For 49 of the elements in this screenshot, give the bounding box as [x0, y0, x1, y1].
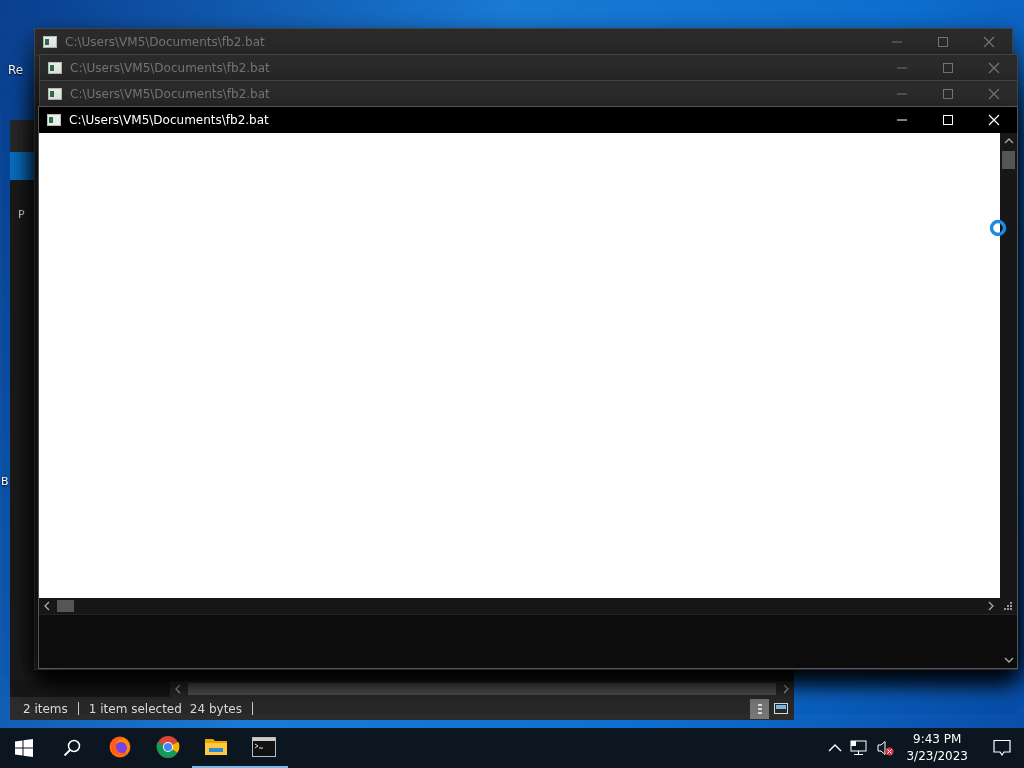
close-icon — [988, 62, 1000, 74]
notifications-icon — [993, 739, 1011, 757]
scroll-down-icon[interactable] — [1004, 656, 1014, 664]
volume-muted-icon[interactable] — [876, 740, 895, 756]
window-title: C:\Users\VM5\Documents\fb2.bat — [69, 113, 270, 127]
network-icon[interactable] — [850, 740, 869, 756]
details-view-button[interactable] — [750, 698, 769, 719]
window-title: C:\Users\VM5\Documents\fb2.bat — [70, 61, 271, 75]
maximize-icon — [942, 88, 954, 100]
maximize-icon — [937, 36, 949, 48]
chrome-icon — [156, 735, 180, 759]
scrollbar-thumb[interactable] — [57, 600, 74, 612]
windows-logo-icon — [15, 739, 33, 757]
window-title: C:\Users\VM5\Documents\fb2.bat — [65, 35, 266, 49]
chevron-up-icon[interactable] — [828, 743, 843, 753]
console-app-icon — [47, 114, 61, 126]
search-icon — [63, 739, 81, 757]
clock-date[interactable]: 3/23/2023 — [906, 748, 968, 765]
scroll-up-icon[interactable] — [1003, 137, 1014, 145]
window-title: C:\Users\VM5\Documents\fb2.bat — [70, 87, 271, 101]
scrollbar-thumb[interactable] — [1002, 151, 1015, 169]
sidebar-item[interactable]: P — [10, 180, 38, 221]
close-icon — [988, 88, 1000, 100]
clock-time[interactable]: 9:43 PM — [913, 731, 962, 748]
thumbnail-icon — [773, 703, 788, 714]
scroll-left-icon[interactable] — [43, 601, 51, 611]
vertical-scrollbar[interactable] — [1000, 133, 1017, 598]
firefox-icon — [108, 735, 132, 759]
console-app-icon — [43, 36, 57, 48]
scrollbar-thumb[interactable] — [188, 683, 776, 695]
maximize-icon — [942, 114, 954, 126]
details-icon — [756, 702, 763, 715]
console-icon — [252, 735, 276, 759]
horizontal-scrollbar[interactable] — [170, 681, 794, 697]
desktop-icon-label[interactable]: B — [1, 475, 9, 488]
maximize-icon — [942, 62, 954, 74]
scroll-left-icon[interactable] — [174, 684, 182, 694]
scroll-right-icon[interactable] — [987, 601, 995, 611]
item-count: 2 items — [23, 701, 68, 716]
console-app-icon — [48, 62, 62, 74]
desktop-icon-label[interactable]: Re — [8, 63, 24, 77]
selection-info: 1 item selected — [88, 701, 182, 716]
scroll-right-icon[interactable] — [782, 684, 790, 694]
close-icon — [983, 36, 995, 48]
file-size: 24 bytes — [189, 701, 242, 716]
resize-grip-icon[interactable] — [1003, 601, 1013, 611]
close-icon — [988, 114, 1000, 126]
busy-cursor-icon — [989, 219, 1007, 237]
console-app-icon — [48, 88, 62, 100]
